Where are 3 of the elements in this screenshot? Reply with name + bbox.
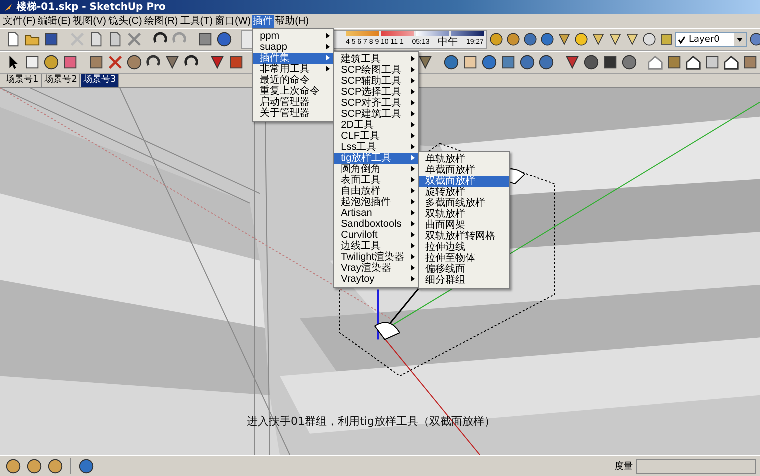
window-title: 楼梯-01.skp - SketchUp Pro bbox=[17, 0, 166, 14]
noon-label: 中午 bbox=[438, 37, 458, 48]
measurements-label: 度量 bbox=[615, 460, 633, 472]
